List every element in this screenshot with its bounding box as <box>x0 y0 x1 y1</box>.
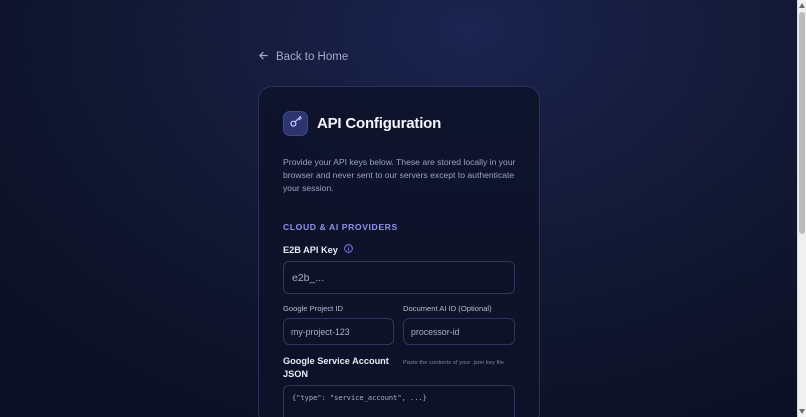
page-title: API Configuration <box>317 115 442 132</box>
card-description: Provide your API keys below. These are s… <box>283 157 516 193</box>
back-to-home-link[interactable]: Back to Home <box>258 50 348 64</box>
section-title-cloud-ai: CLOUD & AI PROVIDERS <box>283 222 398 232</box>
card-header: API Configuration <box>283 111 441 136</box>
e2b-api-key-label: E2B API Key <box>283 244 338 255</box>
e2b-api-key-label-row: E2B API Key <box>283 244 353 255</box>
document-ai-id-label: Document AI ID (Optional) <box>403 304 492 313</box>
service-account-json-textarea[interactable]: {"type": "service_account", ...} <box>283 385 515 417</box>
google-project-id-label: Google Project ID <box>283 304 343 313</box>
info-icon[interactable] <box>343 244 353 255</box>
api-configuration-card: API Configuration Provide your API keys … <box>258 86 540 417</box>
document-ai-id-placeholder: processor-id <box>411 326 460 337</box>
arrow-left-icon <box>258 50 269 64</box>
google-project-id-input[interactable]: my-project-123 <box>283 318 394 345</box>
back-to-home-label: Back to Home <box>276 51 349 63</box>
service-account-json-placeholder: {"type": "service_account", ...} <box>292 394 427 402</box>
service-account-json-hint: Paste the contents of your .json key fil… <box>403 360 504 366</box>
key-icon <box>289 114 303 133</box>
scrollbar-thumb[interactable] <box>799 12 805 234</box>
page-scrollbar[interactable] <box>797 0 806 417</box>
e2b-api-key-input[interactable]: e2b_... <box>283 261 515 294</box>
scroll-down-arrow-icon[interactable] <box>799 409 805 414</box>
key-icon-container <box>283 111 308 136</box>
scroll-up-arrow-icon[interactable] <box>799 3 805 8</box>
service-account-json-label: Google Service Account JSON <box>283 356 389 379</box>
document-ai-id-input[interactable]: processor-id <box>403 318 515 345</box>
e2b-api-key-placeholder: e2b_... <box>292 271 325 284</box>
google-project-id-placeholder: my-project-123 <box>291 326 350 337</box>
